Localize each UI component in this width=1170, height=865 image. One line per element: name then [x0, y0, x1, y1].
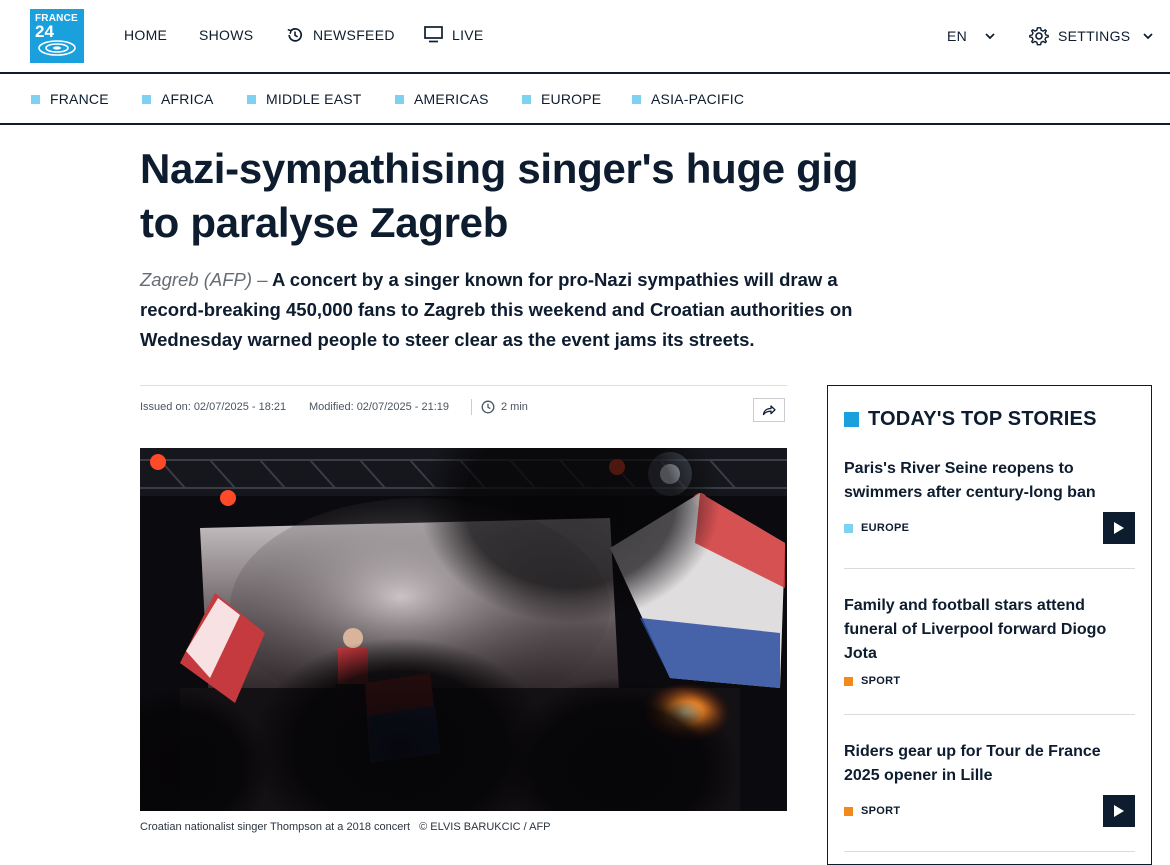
nav-shows-link[interactable]: SHOWS	[199, 27, 253, 43]
region-link-asia-pacific[interactable]: ASIA-PACIFIC	[632, 91, 744, 107]
nav-live-link[interactable]: LIVE	[424, 26, 484, 43]
region-label: ASIA-PACIFIC	[651, 91, 745, 107]
story-tag[interactable]: EUROPE	[844, 522, 1136, 534]
article-source: Zagreb (AFP) –	[140, 269, 268, 290]
site-header: FRANCE 24 HOME SHOWS NEWSFEED LIVE EN SE…	[0, 0, 1170, 74]
story-divider	[844, 568, 1135, 569]
region-link-americas[interactable]: AMERICAS	[395, 91, 489, 107]
clock-icon	[481, 400, 495, 414]
nav-newsfeed-label: NEWSFEED	[313, 27, 395, 43]
article-lede: Zagreb (AFP) – A concert by a singer kno…	[140, 265, 880, 355]
photo-credit: © ELVIS BARUKCIC / AFP	[419, 821, 551, 833]
concert-photo	[140, 448, 787, 811]
region-label: MIDDLE EAST	[266, 91, 362, 107]
region-marker	[31, 94, 40, 104]
story-title[interactable]: Paris's River Seine reopens to swimmers …	[844, 457, 1136, 505]
chevron-down-icon	[1143, 33, 1154, 40]
story-title[interactable]: Family and football stars attend funeral…	[844, 594, 1136, 666]
top-stories-title: TODAY'S TOP STORIES	[868, 408, 1097, 430]
nav-live-label: LIVE	[452, 26, 484, 43]
video-play-button[interactable]	[1103, 795, 1135, 827]
share-button[interactable]	[753, 398, 785, 422]
article-photo	[140, 448, 787, 811]
photo-caption: Croatian nationalist singer Thompson at …	[140, 821, 411, 833]
video-play-button[interactable]	[1103, 512, 1135, 544]
story-title[interactable]: Riders gear up for Tour de France 2025 o…	[844, 740, 1136, 788]
settings-menu[interactable]: SETTINGS	[1029, 26, 1154, 46]
region-link-africa[interactable]: AFRICA	[142, 91, 214, 107]
nav-shows-label: SHOWS	[199, 27, 254, 43]
nav-home-link[interactable]: HOME	[124, 27, 167, 43]
region-label: AFRICA	[161, 91, 214, 107]
region-marker	[247, 94, 256, 104]
story-tag-label: EUROPE	[861, 522, 910, 534]
tag-marker	[844, 806, 853, 816]
region-marker	[522, 94, 531, 104]
tag-marker	[844, 523, 853, 533]
gear-icon	[1029, 27, 1049, 46]
story-tag[interactable]: SPORT	[844, 805, 1136, 817]
tag-marker	[844, 676, 853, 686]
language-label: EN	[947, 28, 968, 44]
top-story-item[interactable]: Riders gear up for Tour de France 2025 o…	[844, 740, 1136, 817]
story-divider	[844, 851, 1135, 852]
region-link-middle-east[interactable]: MIDDLE EAST	[247, 91, 362, 107]
story-tag-label: SPORT	[861, 675, 901, 687]
issued-date: Issued on: 02/07/2025 - 18:21	[140, 401, 287, 413]
story-tag-label: SPORT	[861, 805, 901, 817]
region-label: EUROPE	[541, 91, 602, 107]
article-meta-row: Issued on: 02/07/2025 - 18:21 Modified: …	[140, 385, 787, 428]
history-icon	[287, 28, 303, 42]
logo-text-24: 24	[35, 22, 54, 41]
play-icon	[1114, 522, 1124, 534]
region-marker	[632, 94, 641, 104]
region-marker	[142, 94, 151, 104]
photo-caption-row: Croatian nationalist singer Thompson at …	[140, 821, 551, 833]
modified-date: Modified: 02/07/2025 - 21:19	[309, 401, 450, 413]
top-story-item[interactable]: Paris's River Seine reopens to swimmers …	[844, 457, 1136, 534]
story-tag[interactable]: SPORT	[844, 675, 1136, 687]
region-nav: FRANCE AFRICA MIDDLE EAST AMERICAS EUROP…	[0, 74, 1170, 125]
chevron-down-icon	[985, 33, 995, 40]
story-divider	[844, 714, 1135, 715]
article-title: Nazi-sympathising singer's huge gig to p…	[140, 145, 859, 246]
tv-monitor-icon	[424, 26, 443, 43]
top-story-item[interactable]: Family and football stars attend funeral…	[844, 594, 1136, 687]
top-stories-panel: TODAY'S TOP STORIES Paris's River Seine …	[827, 385, 1152, 865]
region-link-europe[interactable]: EUROPE	[522, 91, 601, 107]
share-arrow-icon	[762, 405, 776, 416]
heading-marker	[844, 412, 859, 427]
read-time: 2 min	[501, 401, 528, 413]
nav-newsfeed-link[interactable]: NEWSFEED	[286, 26, 395, 44]
play-icon	[1114, 805, 1124, 817]
language-selector[interactable]: EN	[947, 28, 996, 44]
france24-logo[interactable]: FRANCE 24	[30, 9, 84, 63]
region-marker	[395, 94, 404, 104]
meta-divider	[471, 399, 472, 415]
nav-home-label: HOME	[124, 27, 168, 43]
settings-label: SETTINGS	[1058, 28, 1131, 44]
region-label: FRANCE	[50, 91, 109, 107]
top-stories-heading: TODAY'S TOP STORIES	[844, 408, 1097, 431]
region-label: AMERICAS	[414, 91, 489, 107]
region-link-france[interactable]: FRANCE	[31, 91, 109, 107]
